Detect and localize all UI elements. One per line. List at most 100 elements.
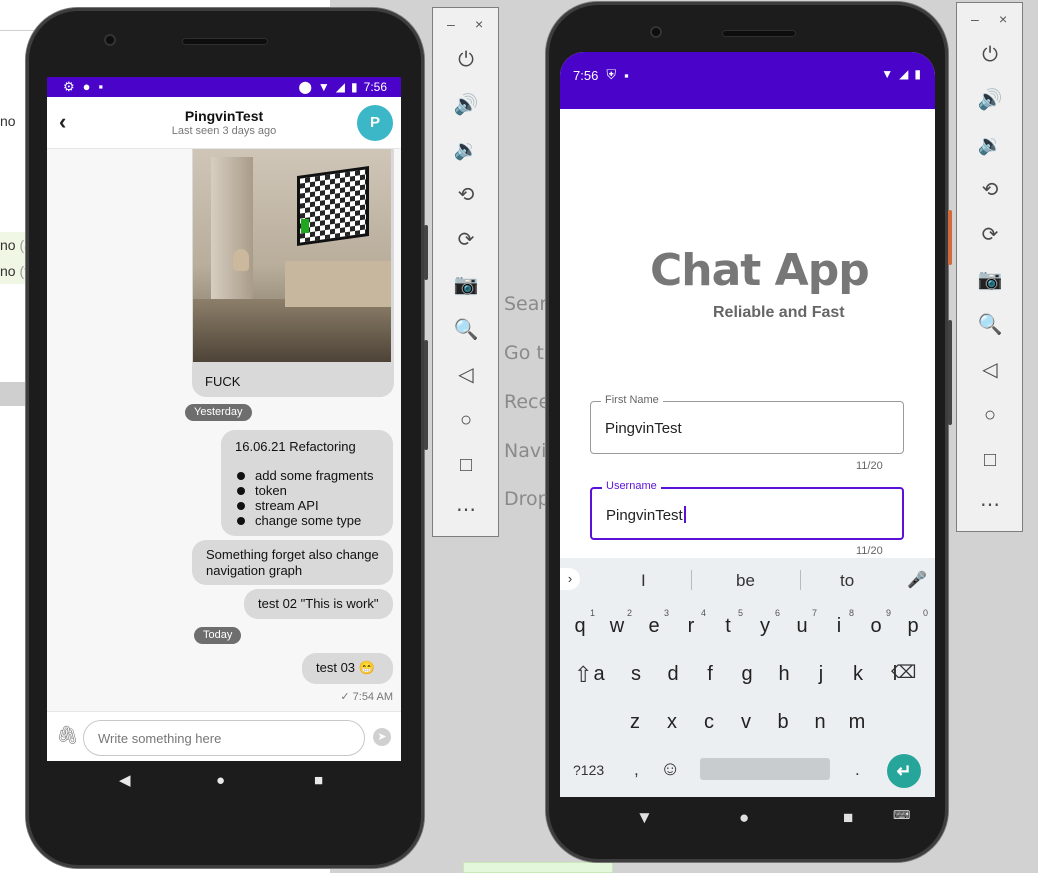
login-screen: 7:56 ⛨ ▪ ▼ ◢ ▮ Chat App Reliable and Fas… [560,52,935,797]
char-counter: 11/20 [856,545,883,557]
key-z[interactable]: z [620,702,650,742]
message-bubble[interactable]: test 02 "This is work" [244,589,393,619]
bg-menu-item[interactable]: Navi [504,440,546,462]
key-n[interactable]: n [805,702,835,742]
home-icon[interactable]: ○ [453,407,479,433]
minimize-button[interactable]: – [971,11,979,27]
message-input[interactable] [83,720,365,756]
comma-key[interactable]: , [634,760,639,780]
nav-recents-icon[interactable]: ■ [843,809,853,826]
camera-icon[interactable]: 📷 [977,267,1003,293]
key-b[interactable]: b [768,702,798,742]
key-j[interactable]: j [806,654,836,694]
overview-icon[interactable]: □ [977,447,1003,473]
key-x[interactable]: x [657,702,687,742]
key-w[interactable]: w2 [602,606,632,646]
message-bubble[interactable]: Something forget also change navigation … [192,540,393,585]
nav-home-icon[interactable]: ● [216,773,225,788]
avatar[interactable]: P [357,105,393,141]
rotate-left-icon[interactable]: ⟲ [977,177,1003,203]
paperclip-icon[interactable]: 🖇 [56,725,79,746]
key-m[interactable]: m [842,702,872,742]
key-k[interactable]: k [843,654,873,694]
space-bar[interactable] [700,758,830,780]
key-q[interactable]: q1 [565,606,595,646]
overview-icon[interactable]: □ [453,452,479,478]
more-icon[interactable]: ⋯ [977,492,1003,518]
photo-cabinet [285,261,391,307]
rotate-right-icon[interactable]: ⟳ [453,227,479,253]
key-o[interactable]: o9 [861,606,891,646]
photo-cat [233,249,249,271]
side-button [948,320,952,425]
volume-up-icon[interactable]: 🔊 [453,92,479,118]
side-button [948,210,952,265]
status-time: 7:56 [363,80,387,94]
close-button[interactable]: × [999,11,1007,27]
key-v[interactable]: v [731,702,761,742]
field-value[interactable]: PingvinTest [605,420,682,437]
message-bubble[interactable]: test 03 😁 [302,653,393,684]
bg-menu-item[interactable]: Rece [504,391,550,413]
zoom-icon[interactable]: 🔍 [453,317,479,343]
volume-up-icon[interactable]: 🔊 [977,87,1003,113]
key-label: x [667,711,677,733]
enter-icon[interactable]: ↵ [887,754,921,788]
field-value-wrap[interactable]: PingvinTest [606,506,686,524]
period-key[interactable]: . [855,760,860,780]
nav-home-icon[interactable]: ● [739,809,749,826]
back-icon[interactable]: ◁ [977,357,1003,383]
emoji-icon[interactable]: ☺ [660,758,680,781]
key-g[interactable]: g [732,654,762,694]
power-icon[interactable]: ⏻ [453,47,479,73]
zoom-icon[interactable]: 🔍 [977,312,1003,338]
suggestion[interactable]: to [840,571,854,591]
suggestion[interactable]: be [736,571,755,591]
nav-back-icon[interactable]: ◀ [119,773,131,788]
key-h[interactable]: h [769,654,799,694]
key-f[interactable]: f [695,654,725,694]
microphone-icon[interactable]: 🎤 [907,570,927,590]
back-icon[interactable]: ◁ [453,362,479,388]
bg-menu-item[interactable]: Drop [504,488,550,510]
username-field[interactable]: Username PingvinTest [590,480,904,540]
key-y[interactable]: y6 [750,606,780,646]
list-item: change some type [235,513,379,528]
camera-icon[interactable]: 📷 [453,272,479,298]
chevron-right-icon[interactable]: › [560,568,580,590]
list-item: token [235,483,379,498]
first-name-field[interactable]: First Name PingvinTest [590,394,904,454]
key-c[interactable]: c [694,702,724,742]
rotate-right-icon[interactable]: ⟳ [977,222,1003,248]
close-button[interactable]: × [475,16,483,32]
rotate-left-icon[interactable]: ⟲ [453,182,479,208]
volume-down-icon[interactable]: 🔉 [453,137,479,163]
nav-recents-icon[interactable]: ■ [314,773,323,788]
keyboard-switch-icon[interactable]: ⌨ [893,809,910,821]
message-photo[interactable] [193,149,391,362]
send-icon[interactable]: ➤ [373,728,391,746]
key-u[interactable]: u7 [787,606,817,646]
key-p[interactable]: p0 [898,606,928,646]
key-e[interactable]: e3 [639,606,669,646]
backspace-icon[interactable]: ⌫ [891,662,916,683]
message-bubble[interactable]: 16.06.21 Refactoring add some fragments … [221,430,393,536]
image-message[interactable]: FUCK [192,149,394,397]
suggestion[interactable]: I [641,571,646,591]
home-icon[interactable]: ○ [977,402,1003,428]
power-icon[interactable]: ⏻ [977,42,1003,68]
key-t[interactable]: t5 [713,606,743,646]
key-i[interactable]: i8 [824,606,854,646]
side-button [424,340,428,450]
wifi-icon: ▼ [317,80,330,94]
nav-back-icon[interactable]: ▼ [636,809,653,826]
key-s[interactable]: s [621,654,651,694]
key-r[interactable]: r4 [676,606,706,646]
volume-down-icon[interactable]: 🔉 [977,132,1003,158]
bg-text-fragment: no [0,113,16,129]
symbols-key[interactable]: ?123 [573,762,604,778]
more-icon[interactable]: ⋯ [453,497,479,523]
minimize-button[interactable]: – [447,16,455,32]
key-d[interactable]: d [658,654,688,694]
shift-icon[interactable]: ⇧ [574,662,592,688]
